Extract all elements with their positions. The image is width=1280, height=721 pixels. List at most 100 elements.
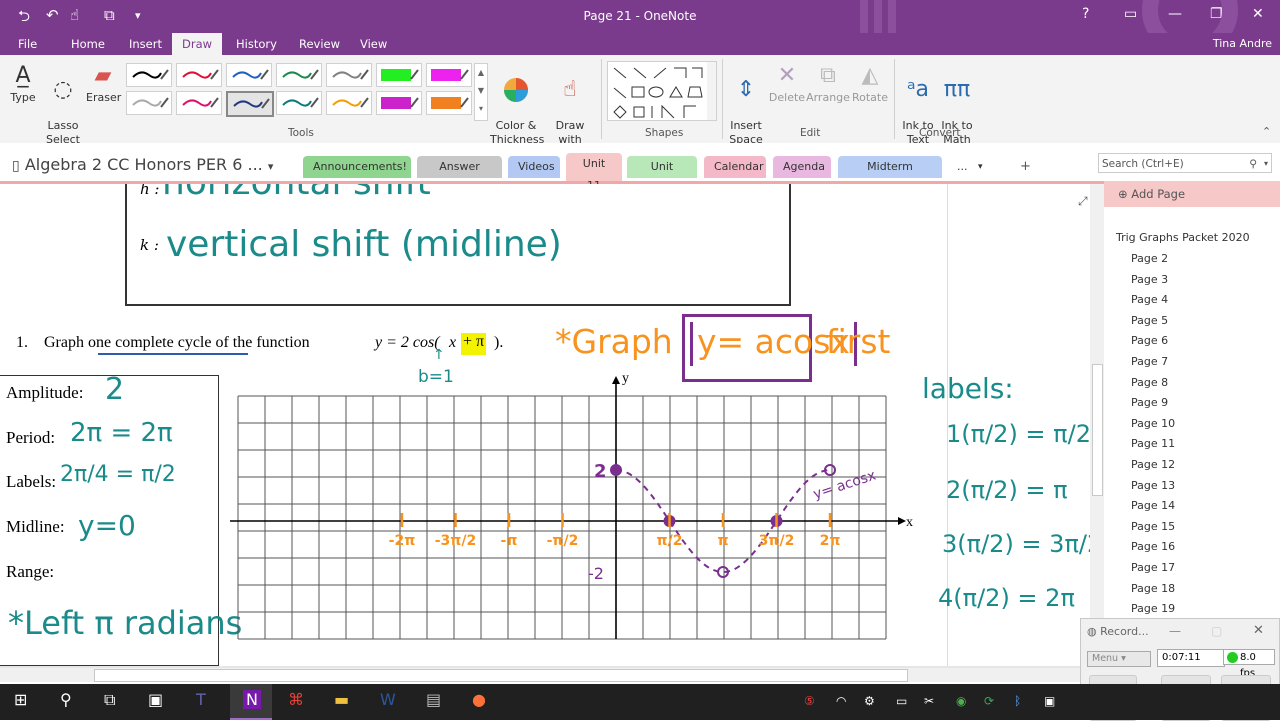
pen-swatch[interactable] [226,63,272,87]
teams-icon[interactable]: T [196,690,206,709]
page-canvas[interactable]: ⤢ h : horizontal shift k : vertical shif… [0,184,1090,668]
pen-swatch[interactable] [176,91,222,115]
pen-swatch[interactable] [176,63,222,87]
section-tab[interactable]: Answer Keys [417,156,502,195]
page-list-item[interactable]: Page 6 [1131,334,1168,347]
pen-swatch[interactable] [226,91,274,117]
eraser-button[interactable]: ▰ Eraser [86,61,121,105]
pen-swatch[interactable] [276,63,322,87]
user-name[interactable]: Tina Andre [1213,37,1272,50]
insert-space-button[interactable]: ⇕ Insert Space [727,61,765,147]
page-list-item[interactable]: Page 11 [1131,437,1175,450]
page-list-item[interactable]: Page 17 [1131,561,1175,574]
type-button[interactable]: A̲ Type [8,61,38,105]
pen-swatch[interactable] [276,91,322,115]
lasso-select-button[interactable]: ◌ Lasso Select [44,61,82,147]
page-list-item[interactable]: Page 8 [1131,376,1168,389]
tray-icon[interactable]: ⚙ [864,694,875,708]
horizontal-scrollbar[interactable] [0,668,1090,682]
arrange-icon: ⧉ [820,63,836,88]
snipping-icon[interactable]: ▣ [148,690,163,709]
search-icon[interactable]: ⚲ [1249,154,1257,174]
taskbar-onenote-active[interactable]: N [230,684,272,720]
scrollbar-thumb[interactable] [1092,364,1103,496]
pen-swatch[interactable] [376,91,422,115]
tab-review[interactable]: Review [289,33,350,55]
pen-swatch[interactable] [326,63,372,87]
page-list-item[interactable]: Page 9 [1131,396,1168,409]
page-list-item[interactable]: Page 3 [1131,273,1168,286]
section-tab[interactable]: Calendar [704,156,766,178]
rotate-button[interactable]: ◭ Rotate [850,61,890,105]
page-list-item[interactable]: Page 15 [1131,520,1175,533]
tab-draw[interactable]: Draw [172,33,223,55]
chevron-down-icon[interactable]: ▾ [968,156,993,178]
tray-icon[interactable]: ▭ [896,694,907,708]
tab-file[interactable]: File [8,33,47,55]
page-list-item[interactable]: Page 16 [1131,540,1175,553]
chevron-down-icon[interactable]: ▾ [1264,154,1268,174]
windows-start-icon[interactable]: ⊞ [14,690,27,709]
section-tab[interactable]: Unit Circle [627,156,697,195]
pen-swatch[interactable] [326,91,372,115]
file-explorer-icon[interactable]: ▬ [334,690,349,709]
app-icon[interactable]: ▤ [426,690,441,709]
tray-icon[interactable]: ◉ [956,694,966,708]
word-icon[interactable]: W [380,690,396,709]
pen-swatch[interactable] [126,91,172,115]
acrobat-icon[interactable]: ⌘ [288,690,304,709]
wifi-icon[interactable]: ◠ [836,694,846,708]
scrollbar-thumb[interactable] [94,669,908,682]
tray-icon[interactable]: ▣ [1044,694,1055,708]
bluetooth-icon[interactable]: ᛒ [1014,694,1021,708]
add-section-button[interactable]: + [1010,156,1041,178]
expand-icon[interactable]: ⤢ [1078,194,1088,209]
collapse-ribbon-icon[interactable]: ⌃ [1262,125,1271,138]
close-icon[interactable]: ✕ [1253,623,1264,638]
section-title-page[interactable]: Trig Graphs Packet 2020 [1116,231,1250,244]
pen-swatch[interactable] [126,63,172,87]
section-tab[interactable]: Unit 11 [566,153,622,192]
tray-icon[interactable]: ⑤ [804,694,815,708]
recorder-menu[interactable]: Menu ▾ [1087,651,1151,667]
minimize-icon[interactable]: — [1169,624,1181,638]
tab-insert[interactable]: Insert [119,33,172,55]
page-list-item[interactable]: Page 12 [1131,458,1175,471]
shapes-gallery[interactable] [607,61,717,121]
notebook-selector[interactable]: ▯ Algebra 2 CC Honors PER 6 ... ▾ [12,155,273,174]
page-list-item[interactable]: Page 19 [1131,602,1175,615]
curve-label: y= acosx [811,468,878,503]
pen-gallery-scroll[interactable]: ▲ ▼ ▾ [474,63,488,121]
section-tab[interactable]: Announcements! [303,156,411,178]
pen-icon [132,97,169,108]
tab-home[interactable]: Home [61,33,115,55]
color-thickness-button[interactable]: Color & Thickness [490,61,544,147]
pen-swatch[interactable] [426,91,472,115]
page-list-item[interactable]: Page 10 [1131,417,1175,430]
page-list-item[interactable]: Page 7 [1131,355,1168,368]
tab-view[interactable]: View [350,33,397,55]
search-input[interactable]: Search (Ctrl+E) ⚲ ▾ [1098,153,1272,173]
section-tab[interactable]: Videos [508,156,560,178]
section-tab[interactable]: Agenda [773,156,831,178]
tab-history[interactable]: History [226,33,287,55]
vertical-scrollbar[interactable] [1090,184,1104,668]
pen-swatch[interactable] [376,63,422,87]
page-list-item[interactable]: Page 5 [1131,314,1168,327]
arrange-button[interactable]: ⧉ Arrange [806,61,850,105]
delete-button[interactable]: ✕ Delete [768,61,806,105]
page-list-item[interactable]: Page 13 [1131,479,1175,492]
page-list-item[interactable]: Page 18 [1131,582,1175,595]
maximize-icon[interactable]: ▢ [1211,624,1222,638]
add-page-button[interactable]: ⊕ Add Page [1118,187,1185,201]
section-tab[interactable]: Midterm Review [838,156,942,195]
pen-swatch[interactable] [426,63,472,87]
tray-icon[interactable]: ⟳ [984,694,994,708]
search-icon[interactable]: ⚲ [60,690,72,709]
firefox-icon[interactable]: ● [472,690,486,709]
page-list-item[interactable]: Page 2 [1131,252,1168,265]
tray-icon[interactable]: ✂ [924,694,934,708]
page-list-item[interactable]: Page 14 [1131,499,1175,512]
page-list-item[interactable]: Page 4 [1131,293,1168,306]
task-view-icon[interactable]: ⧉ [104,690,115,710]
